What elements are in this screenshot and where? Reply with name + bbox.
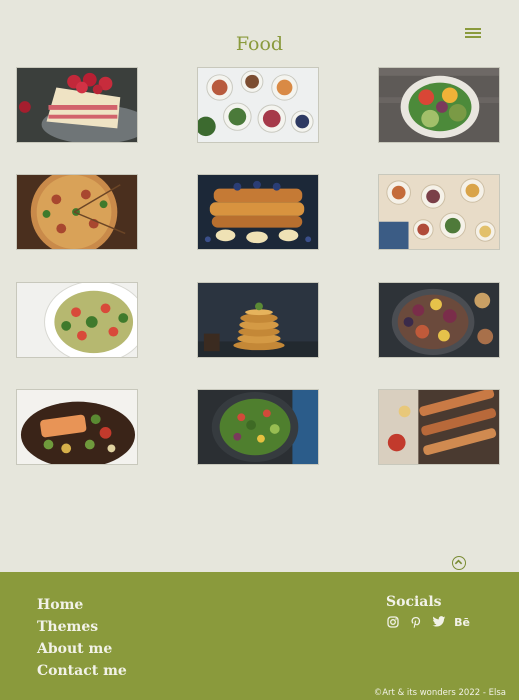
gallery-image-french-toast[interactable] <box>197 174 319 250</box>
footer-nav: Home Themes About me Contact me <box>37 594 127 682</box>
gallery-image-pizza[interactable] <box>16 174 138 250</box>
gallery-image-skewers[interactable] <box>378 389 500 465</box>
footer: Home Themes About me Contact me Socials … <box>0 572 519 700</box>
gallery-image-salmon-plate[interactable] <box>16 389 138 465</box>
photo-gallery <box>0 0 519 480</box>
nav-link-contact-me[interactable]: Contact me <box>37 660 127 682</box>
behance-icon[interactable]: Bē <box>454 615 470 629</box>
nav-link-about-me[interactable]: About me <box>37 638 127 660</box>
copyright-text: ©Art & its wonders 2022 - Elsa <box>373 688 506 698</box>
gallery-image-strawberry-cake[interactable] <box>16 67 138 143</box>
pinterest-icon[interactable] <box>409 615 423 629</box>
socials-heading: Socials <box>386 594 442 610</box>
gallery-image-salad-bowl[interactable] <box>378 67 500 143</box>
gallery-image-pancakes[interactable] <box>197 282 319 358</box>
nav-link-themes[interactable]: Themes <box>37 616 127 638</box>
chevron-up-circle-icon[interactable] <box>452 556 466 570</box>
twitter-icon[interactable] <box>432 615 446 629</box>
gallery-image-figs-platter[interactable] <box>378 282 500 358</box>
gallery-image-breakfast-bowls[interactable] <box>197 67 319 143</box>
gallery-image-pasta-salad[interactable] <box>16 282 138 358</box>
gallery-image-green-salad[interactable] <box>197 389 319 465</box>
gallery-image-brunch-table[interactable] <box>378 174 500 250</box>
social-icons: Bē <box>386 615 470 629</box>
nav-link-home[interactable]: Home <box>37 594 127 616</box>
instagram-icon[interactable] <box>386 615 400 629</box>
